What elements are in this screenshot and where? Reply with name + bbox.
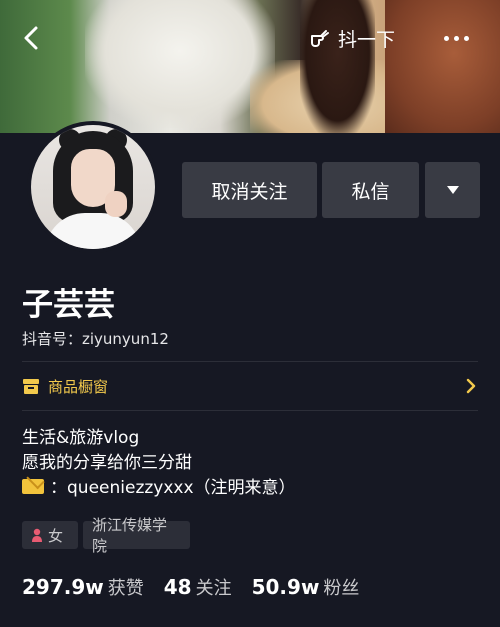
stat-following[interactable]: 48 关注 (164, 574, 232, 600)
stat-value: 50.9w (251, 575, 320, 599)
bio-line: 愿我的分享给你三分甜 (22, 453, 192, 473)
message-button[interactable]: 私信 (322, 162, 419, 218)
unfollow-button[interactable]: 取消关注 (182, 162, 317, 218)
shop-window-icon (23, 379, 39, 394)
bio-line: 生活&旅游vlog (22, 428, 140, 448)
divider (22, 410, 478, 411)
stat-label: 获赞 (107, 578, 144, 599)
bio-contact: ：queeniezzyxxx（注明来意） (50, 478, 296, 498)
stat-label: 粉丝 (323, 578, 360, 599)
douyin-id: 抖音号：ziyunyun12 (22, 330, 169, 348)
female-icon (32, 528, 42, 542)
divider (22, 361, 478, 362)
stat-label: 关注 (195, 578, 232, 599)
more-dots-icon (441, 35, 471, 41)
profile-name: 子芸芸 (22, 287, 115, 323)
school-tag: 浙江传媒学院 (83, 516, 190, 555)
bio: 生活&旅游vlog 愿我的分享给你三分甜 ：queeniezzyxxx（注明来意… (22, 426, 296, 501)
back-button[interactable] (18, 18, 58, 58)
gender-tag: 女 (22, 521, 78, 549)
shop-window-label: 商品橱窗 (48, 377, 109, 396)
mail-envelope-icon (22, 479, 44, 494)
shake-label: 抖一下 (338, 28, 396, 51)
stat-value: 48 (163, 575, 192, 599)
bio-contact-line: ：queeniezzyxxx（注明来意） (22, 476, 296, 501)
dropdown-button[interactable] (425, 162, 480, 218)
more-button[interactable] (436, 18, 476, 58)
shake-button[interactable]: 抖一下 (308, 18, 395, 58)
avatar[interactable] (27, 121, 159, 253)
shake-hand-icon (311, 30, 329, 47)
shop-window-link[interactable]: 商品橱窗 (22, 370, 478, 402)
back-chevron-icon (24, 26, 38, 50)
stat-followers[interactable]: 50.9w 粉丝 (252, 574, 360, 600)
stats-row: 297.9w 获赞 48 关注 50.9w 粉丝 (22, 574, 379, 600)
avatar-image (31, 125, 155, 249)
cover-sheep (85, 0, 275, 128)
gender-label: 女 (48, 526, 64, 545)
dropdown-triangle-icon (446, 186, 459, 194)
chevron-right-icon (466, 378, 476, 394)
cover-image (0, 0, 500, 133)
stat-likes[interactable]: 297.9w 获赞 (22, 574, 144, 600)
stat-value: 297.9w (22, 575, 104, 599)
